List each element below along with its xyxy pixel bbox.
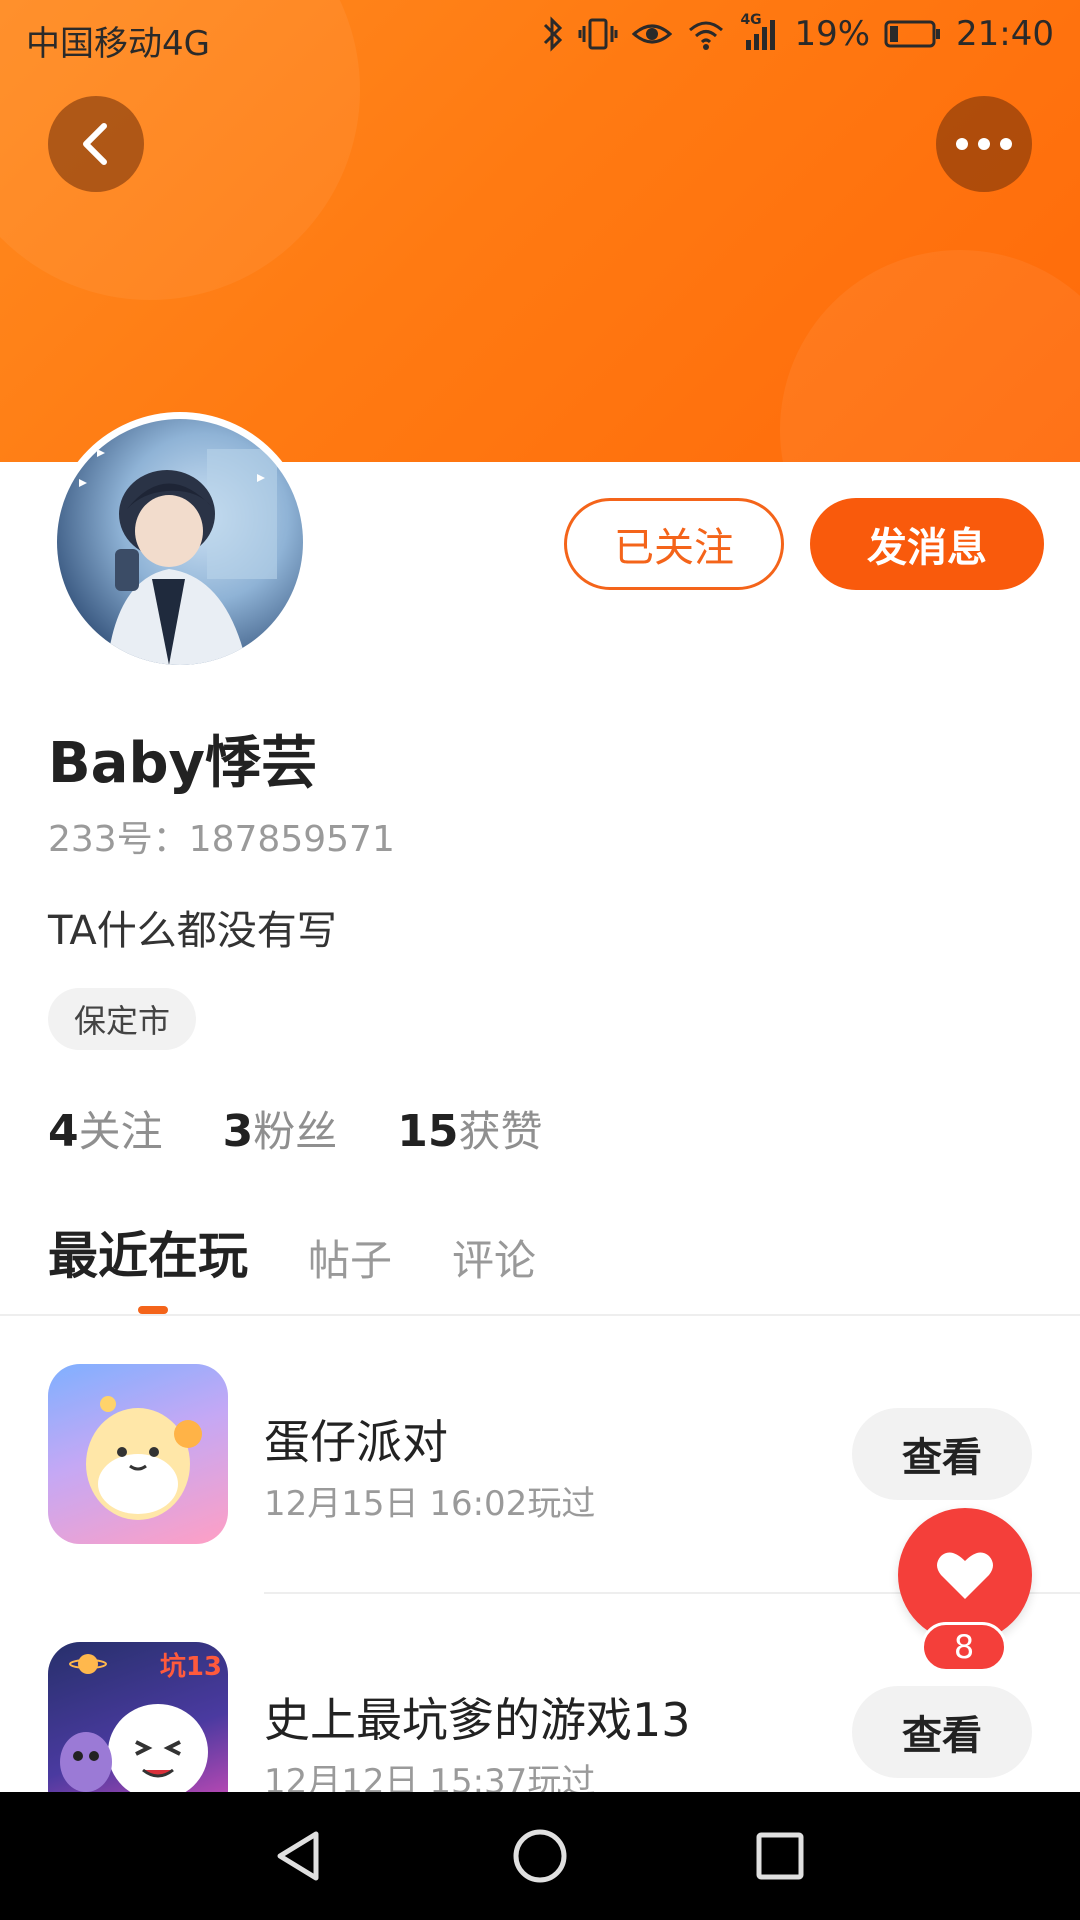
profile-stats: 4关注 3粉丝 15获赞	[48, 1098, 543, 1159]
cell-signal-icon: 4G	[740, 12, 780, 52]
nav-back-button[interactable]	[262, 1820, 334, 1892]
stat-label: 关注	[78, 1107, 163, 1156]
tab-comments[interactable]: 评论	[452, 1227, 536, 1288]
game-icon-eggy-party	[48, 1364, 228, 1544]
stat-following[interactable]: 4关注	[48, 1098, 163, 1159]
city-tag: 保定市	[48, 988, 197, 1050]
heart-icon	[937, 1552, 993, 1599]
avatar-illustration	[79, 449, 277, 665]
profile-tabs: 最近在玩 帖子 评论	[48, 1216, 536, 1288]
chevron-left-icon	[83, 123, 107, 165]
game-title: 史上最坑爹的游戏13	[264, 1693, 691, 1747]
tab-recently-played[interactable]: 最近在玩	[48, 1216, 248, 1288]
stat-likes[interactable]: 15获赞	[397, 1098, 542, 1159]
square-recents-icon	[756, 1832, 804, 1880]
avatar[interactable]	[57, 419, 303, 665]
tab-indicator	[138, 1306, 168, 1314]
carrier-label: 中国移动4G	[26, 24, 210, 64]
game-list-item[interactable]: 坑13 史上最坑爹的游戏13 12月12日 15:37玩过 查看	[0, 1642, 1080, 1792]
triangle-back-icon	[277, 1831, 319, 1881]
eye-icon	[632, 24, 673, 44]
avatar-frame	[50, 412, 310, 672]
nav-recents-button[interactable]	[744, 1820, 816, 1892]
wifi-icon	[689, 21, 724, 50]
system-nav-bar	[0, 1792, 1080, 1920]
game-played-time: 12月15日 16:02玩过	[264, 1484, 596, 1524]
battery-percent: 19%	[794, 14, 871, 54]
stat-number: 15	[397, 1106, 459, 1157]
more-dots-icon	[956, 138, 1012, 150]
stat-label: 获赞	[458, 1107, 543, 1156]
profile-bio: TA什么都没有写	[48, 908, 337, 954]
profile-id: 233号：187859571	[48, 819, 395, 860]
stat-fans[interactable]: 3粉丝	[223, 1098, 338, 1159]
profile-name: Baby悸芸	[48, 731, 318, 796]
network-badge: 4G	[740, 12, 762, 28]
game-played-time: 12月12日 15:37玩过	[264, 1762, 596, 1792]
view-game-button[interactable]: 查看	[852, 1686, 1032, 1778]
more-options-button[interactable]	[936, 96, 1032, 192]
view-game-button[interactable]: 查看	[852, 1408, 1032, 1500]
game-icon-keng-13: 坑13	[48, 1642, 228, 1792]
battery-icon	[884, 20, 941, 48]
game-title: 蛋仔派对	[264, 1415, 448, 1469]
clock: 21:40	[956, 14, 1054, 54]
stat-label: 粉丝	[253, 1107, 338, 1156]
vibrate-icon	[578, 18, 618, 50]
stat-number: 3	[222, 1106, 254, 1157]
status-bar: 中国移动4G 4G 19% 21:40	[0, 0, 1080, 74]
followed-button[interactable]: 已关注	[564, 498, 784, 590]
tab-posts[interactable]: 帖子	[308, 1227, 392, 1288]
game-icon-badge: 坑13	[159, 1652, 222, 1682]
stat-number: 4	[48, 1106, 79, 1157]
like-count-badge: 8	[921, 1622, 1007, 1672]
circle-home-icon	[513, 1829, 567, 1883]
decor-blob	[780, 250, 1080, 462]
tabs-divider	[0, 1314, 1080, 1316]
back-button[interactable]	[48, 96, 144, 192]
game-list-item[interactable]: 蛋仔派对 12月15日 16:02玩过 查看	[0, 1364, 1080, 1544]
nav-home-button[interactable]	[504, 1820, 576, 1892]
send-message-button[interactable]: 发消息	[810, 498, 1044, 590]
bluetooth-icon	[544, 16, 563, 52]
